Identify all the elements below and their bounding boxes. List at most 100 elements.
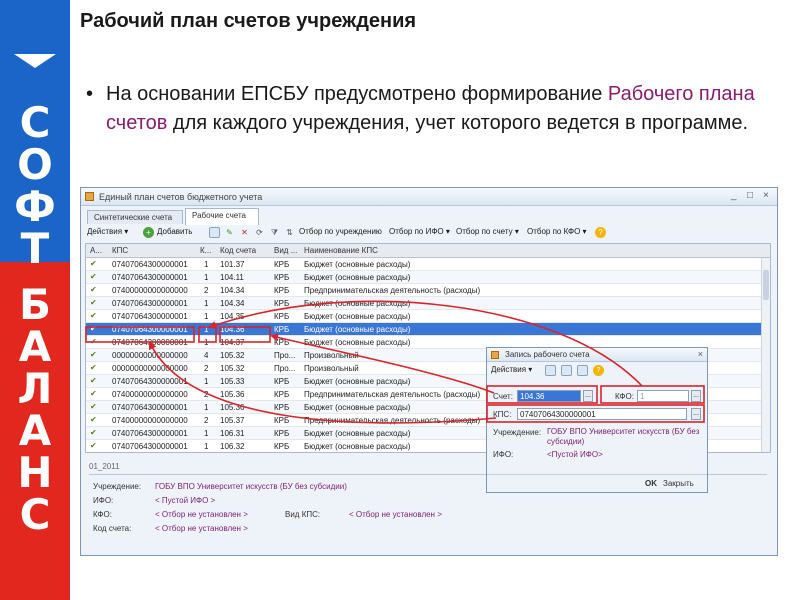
kfo-label: КФО: xyxy=(615,392,634,401)
table-row[interactable]: ✔ 07407064300000001 1 101.37 КРБ Бюджет (осно… xyxy=(86,258,770,271)
copy-icon[interactable] xyxy=(209,227,220,238)
cell-code: 106.31 xyxy=(220,429,245,438)
filter-by-ifo-button[interactable]: Отбор по ИФО ▾ xyxy=(389,227,450,236)
table-row[interactable]: ✔ 07400000000000000 2 104.34 КРБ Предпринимат… xyxy=(86,284,770,297)
bullet-text: На основании ЕПСБУ предусмотрено формиро… xyxy=(106,80,786,138)
table-row[interactable]: ✔ 07407064300000001 1 104.35 КРБ Бюджет (осно… xyxy=(86,310,770,323)
row-active-check-icon: ✔ xyxy=(90,350,97,359)
institution-value-link[interactable]: ГОБУ ВПО Университет искусств (БУ без су… xyxy=(155,482,347,491)
kps-select-button[interactable]: ... xyxy=(691,408,701,420)
close-button[interactable]: × xyxy=(763,190,769,201)
account-input[interactable]: 104.36 xyxy=(517,390,581,402)
kfo-value-link[interactable]: < Отбор не установлен > xyxy=(155,510,248,519)
dialog-actions-menu[interactable]: Действия ▾ xyxy=(491,365,532,374)
grid-scrollbar[interactable] xyxy=(761,258,770,452)
vid-kps-label: Вид КПС: xyxy=(285,510,321,519)
cell-vid: Про... xyxy=(274,351,296,360)
cell-code: 105.32 xyxy=(220,364,245,373)
column-header[interactable]: Наименование КПС xyxy=(304,246,378,255)
account-select-button[interactable]: ... xyxy=(583,390,593,402)
cell-vid: Про... xyxy=(274,364,296,373)
brand-letter: О xyxy=(17,140,53,189)
account-label: Счет: xyxy=(493,392,513,401)
delete-icon[interactable]: ✕ xyxy=(239,227,250,238)
filter-by-kfo-button[interactable]: Отбор по КФО ▾ xyxy=(527,227,587,236)
account-code-label: Код счета: xyxy=(93,524,132,533)
cell-vid: КРБ xyxy=(274,260,290,269)
column-header[interactable]: Код счета xyxy=(220,246,256,255)
cell-kps: 07407064300000001 xyxy=(112,260,188,269)
edit-icon[interactable]: ✎ xyxy=(224,227,235,238)
table-row[interactable]: ✔ 07407064300000001 1 104.36 КРБ Бюджет (осно… xyxy=(86,323,770,336)
help-button[interactable]: ? xyxy=(595,227,606,238)
table-row[interactable]: ✔ 07407064300000001 1 104.11 КРБ Бюджет (осно… xyxy=(86,271,770,284)
kfo-label: КФО: xyxy=(93,510,112,519)
window-titlebar[interactable]: Единый план счетов бюджетного учета _ □ … xyxy=(81,188,777,206)
bullet-text-after: для каждого учреждения, учет которого ве… xyxy=(167,112,749,134)
vid-kps-value-link[interactable]: < Отбор не установлен > xyxy=(349,510,442,519)
add-icon[interactable]: + xyxy=(143,227,154,238)
cell-kps: 07407064300000001 xyxy=(112,403,188,412)
column-header[interactable]: А... xyxy=(90,246,102,255)
kfo-select-button[interactable]: ... xyxy=(691,390,701,402)
row-active-check-icon: ✔ xyxy=(90,324,97,333)
kfo-input[interactable]: 1 xyxy=(637,390,689,402)
cell-vid: КРБ xyxy=(274,325,290,334)
account-code-value-link[interactable]: < Отбор не установлен > xyxy=(155,524,248,533)
cell-code: 105.33 xyxy=(220,377,245,386)
ok-button[interactable]: OK xyxy=(645,479,657,488)
kps-input[interactable]: 07407064300000001 xyxy=(517,408,687,420)
minimize-button[interactable]: _ xyxy=(731,190,737,201)
ifo-value-link[interactable]: < Пустой ИФО > xyxy=(155,496,215,505)
cell-k: 1 xyxy=(204,325,209,334)
column-header[interactable]: К... xyxy=(200,246,211,255)
dialog-institution-value-link[interactable]: ГОБУ ВПО Университет искусств (БУ без су… xyxy=(547,427,703,447)
dialog-close-icon[interactable]: × xyxy=(698,349,703,359)
dialog-institution-label: Учреждение: xyxy=(493,428,542,437)
filter-by-account-button[interactable]: Отбор по счету ▾ xyxy=(456,227,519,236)
institution-label: Учреждение: xyxy=(93,482,142,491)
bullet-text-before: На основании ЕПСБУ предусмотрено формиро… xyxy=(106,83,608,105)
refresh-icon[interactable]: ⟳ xyxy=(254,227,265,238)
dialog-icon xyxy=(491,351,499,359)
print-icon[interactable] xyxy=(577,365,588,376)
cell-name: Бюджет (основные расходы) xyxy=(304,338,411,347)
scrollbar-thumb[interactable] xyxy=(763,270,769,300)
table-row[interactable]: ✔ 07407064300000001 1 104.34 КРБ Бюджет (осно… xyxy=(86,297,770,310)
dialog-titlebar[interactable]: Запись рабочего счета × xyxy=(487,348,707,362)
row-active-check-icon: ✔ xyxy=(90,402,97,411)
record-icon[interactable] xyxy=(561,365,572,376)
cell-k: 1 xyxy=(204,429,209,438)
cell-vid: КРБ xyxy=(274,429,290,438)
cell-kps: 07407064300000001 xyxy=(112,312,188,321)
brand-letter: Ф xyxy=(14,182,56,231)
actions-menu[interactable]: Действия ▾ xyxy=(87,227,128,236)
brand-letter: Б xyxy=(18,280,51,329)
add-button[interactable]: Добавить xyxy=(157,227,192,236)
cell-vid: КРБ xyxy=(274,312,290,321)
cell-code: 104.35 xyxy=(220,312,245,321)
row-active-check-icon: ✔ xyxy=(90,441,97,450)
tab-working-accounts[interactable]: Рабочие счета xyxy=(185,208,259,225)
close-dialog-button[interactable]: Закрыть xyxy=(663,479,694,488)
cell-code: 105.36 xyxy=(220,403,245,412)
cell-k: 1 xyxy=(204,338,209,347)
cell-code: 101.37 xyxy=(220,260,245,269)
save-icon[interactable] xyxy=(545,365,556,376)
row-active-check-icon: ✔ xyxy=(90,259,97,268)
row-active-check-icon: ✔ xyxy=(90,389,97,398)
cell-name: Бюджет (основные расходы) xyxy=(304,312,411,321)
filter-icon[interactable]: ⧩ xyxy=(269,227,280,238)
column-header[interactable]: КПС xyxy=(112,246,128,255)
maximize-button[interactable]: □ xyxy=(747,190,753,201)
sort-icon[interactable]: ⇅ xyxy=(284,227,295,238)
cell-vid: КРБ xyxy=(274,403,290,412)
filter-by-institution-button[interactable]: Отбор по учреждению xyxy=(299,227,382,236)
tab-synthetic-accounts[interactable]: Синтетические счета xyxy=(87,210,183,224)
cell-code: 105.36 xyxy=(220,390,245,399)
dialog-help-icon[interactable]: ? xyxy=(593,365,604,376)
column-header[interactable]: Вид ... xyxy=(274,246,297,255)
dialog-ifo-value-link[interactable]: <Пустой ИФО> xyxy=(547,450,697,460)
cell-vid: КРБ xyxy=(274,273,290,282)
cell-kps: 00000000000000000 xyxy=(112,364,188,373)
